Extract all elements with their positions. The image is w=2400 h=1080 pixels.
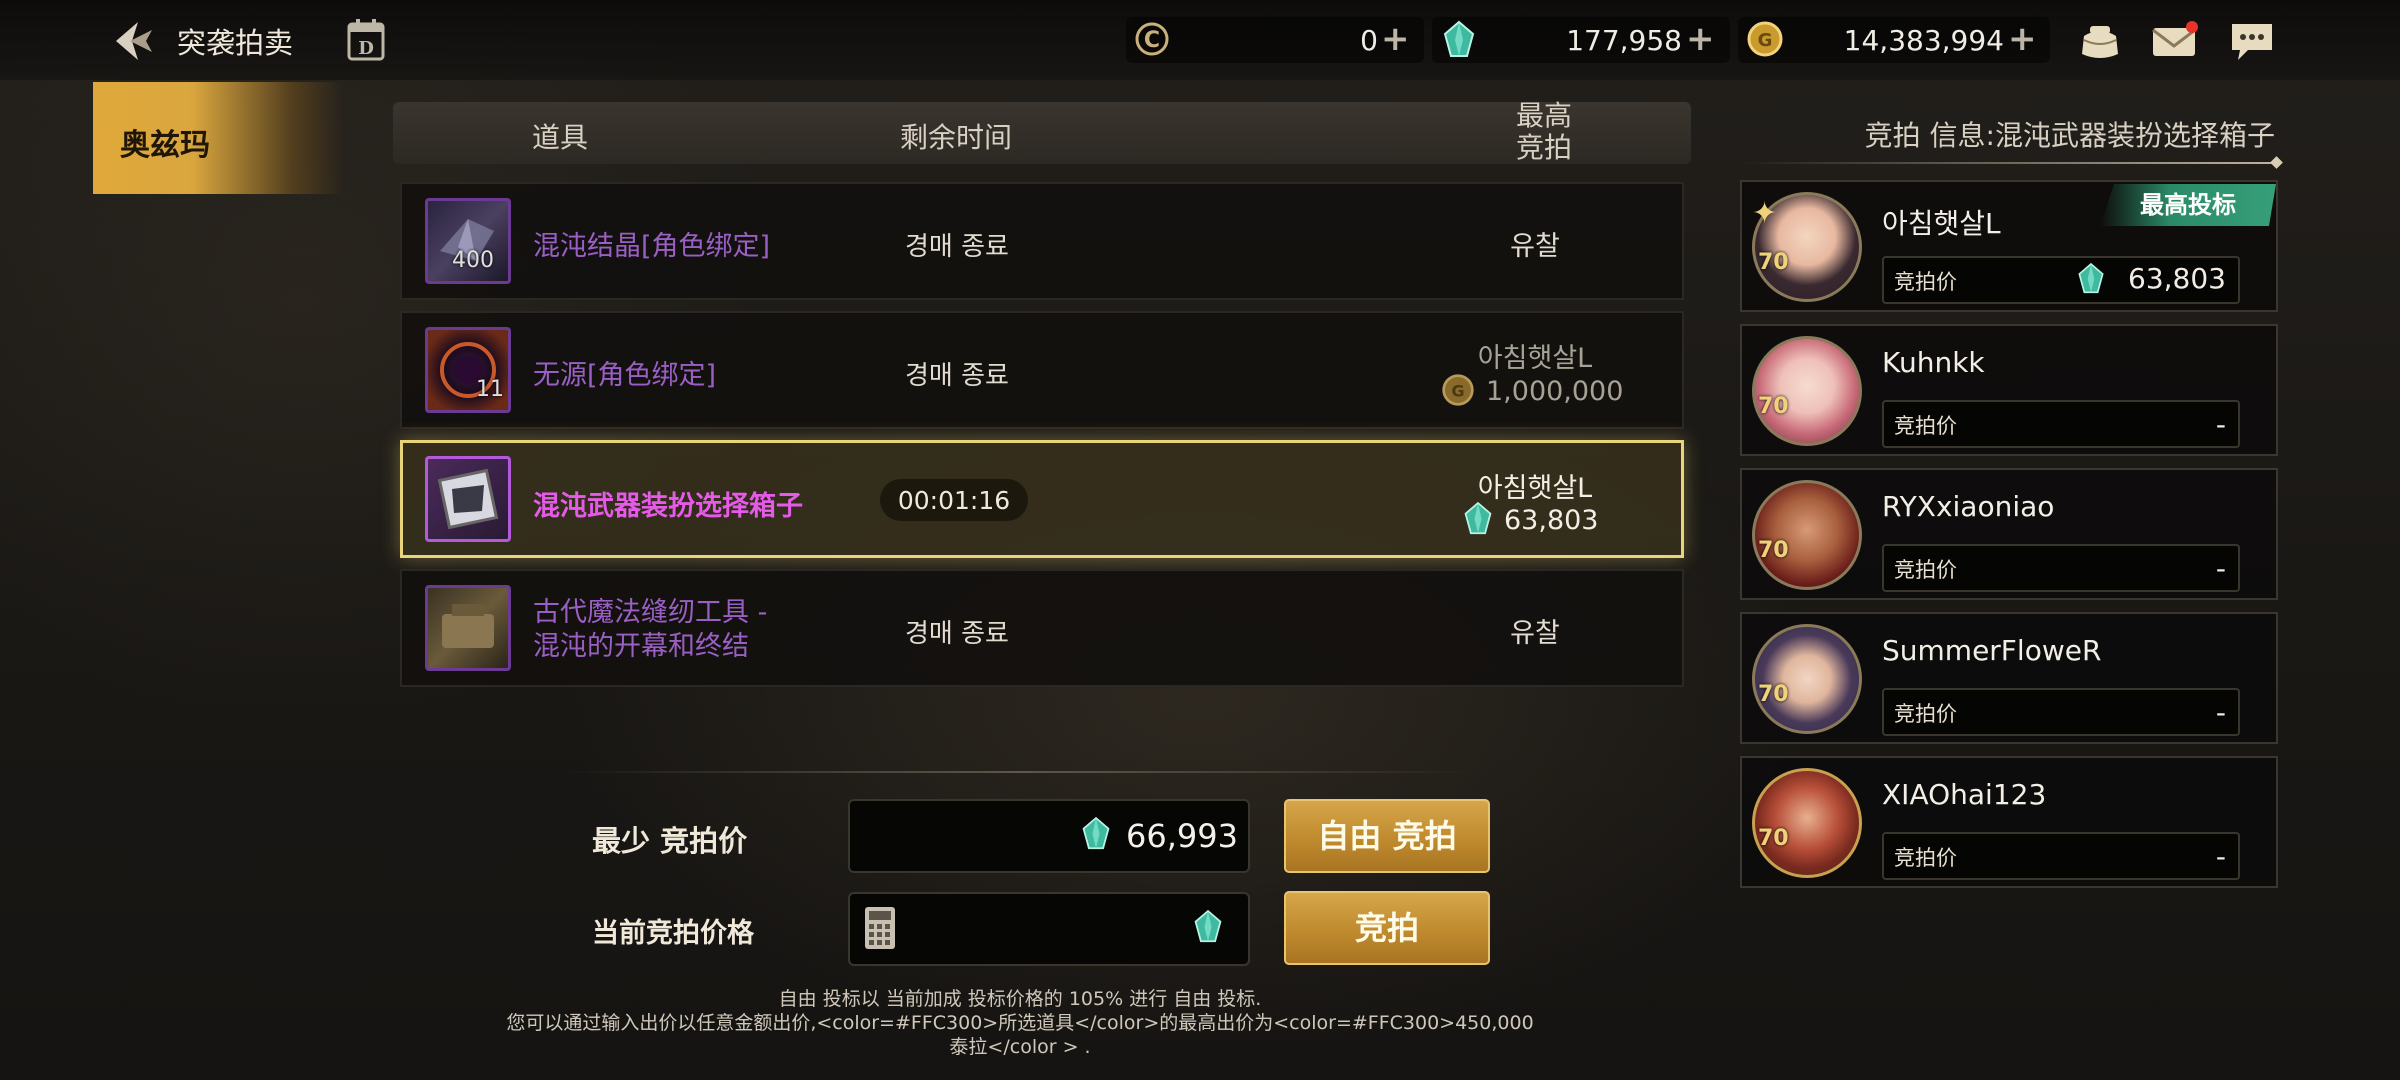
bid-price-label: 竞拍价	[1894, 414, 1957, 438]
add-gold-button[interactable]: +	[2008, 19, 2037, 59]
bid-price-value: -	[2215, 696, 2226, 729]
bid-result: 유찰	[1510, 618, 1560, 649]
column-remaining-time: 剩余时间	[900, 121, 1013, 154]
mail-icon[interactable]	[2150, 18, 2198, 64]
remaining-time: 00:01:16	[897, 486, 1011, 515]
divider	[560, 771, 1480, 773]
gem-icon	[2076, 262, 2106, 298]
item-name-line1: 古代魔法缝纫工具 -	[533, 597, 768, 628]
calendar-icon[interactable]: D	[346, 18, 386, 62]
bid-price-label: 竞拍价	[1894, 270, 1957, 294]
svg-text:C: C	[1144, 28, 1160, 53]
bid-button[interactable]: 竞拍	[1284, 891, 1490, 965]
min-bid-value: 66,993	[1126, 817, 1238, 855]
bid-note-line1: 自由 投标以 当前加成 投标价格的 105% 进行 自由 投标.	[778, 988, 1262, 1010]
gem-icon	[1080, 815, 1112, 853]
item-name-line2: 混沌的开幕和终结	[533, 631, 749, 662]
min-bid-label: 最少 竞拍价	[592, 824, 748, 858]
bidder-name: Kuhnkk	[1882, 346, 1985, 379]
bid-info-title: 竞拍 信息:混沌武器装扮选择箱子	[1864, 119, 2275, 152]
item-name: 无源[角色绑定]	[533, 360, 717, 391]
gold-value: 14,383,994	[1843, 24, 2004, 57]
column-highest-bid: 最高 竞拍	[1516, 100, 1572, 164]
level-badge: 70	[1758, 682, 1789, 707]
bidder-name: 아침햇살L	[1882, 207, 2001, 240]
bid-note-line3: 泰拉</color > .	[949, 1036, 1091, 1058]
bidder-name: SummerFloweR	[1882, 634, 2102, 667]
tab-ozma-label: 奥兹玛	[120, 128, 210, 163]
remaining-time: 경매 종료	[905, 361, 1009, 391]
level-badge: 70	[1758, 826, 1789, 851]
panel-title-line	[1740, 162, 2275, 164]
level-badge: 70	[1758, 538, 1789, 563]
item-quantity: 11	[476, 377, 504, 402]
bid-price-label: 竞拍价	[1894, 702, 1957, 726]
c-coin-value: 0	[1360, 24, 1378, 57]
calculator-icon[interactable]	[864, 906, 896, 950]
svg-text:G: G	[1451, 381, 1464, 400]
item-name: 混沌结晶[角色绑定]	[533, 231, 771, 262]
highest-bidder: 아침햇살L	[1477, 473, 1593, 504]
remaining-time: 경매 종료	[905, 232, 1009, 262]
avatar	[1752, 624, 1862, 734]
sewing-kit-item-icon	[425, 585, 511, 671]
bidder-name: RYXxiaoniao	[1882, 490, 2055, 523]
page-title: 突袭拍卖	[177, 26, 294, 60]
bid-price-label: 竞拍价	[1894, 846, 1957, 870]
pouch-icon[interactable]	[2076, 18, 2124, 64]
free-bid-button[interactable]: 自由 竞拍	[1284, 799, 1490, 873]
avatar	[1752, 336, 1862, 446]
avatar	[1752, 480, 1862, 590]
star-icon: ✦	[1752, 196, 1778, 231]
bid-price-value: 63,803	[2128, 262, 2226, 295]
highest-bidder: 아침햇살L	[1477, 343, 1593, 374]
bid-note-line2: 您可以通过输入出价以任意金额出价,<color=#FFC300>所选道具</co…	[506, 1012, 1534, 1034]
bid-price-value: -	[2215, 408, 2226, 441]
bid-price-value: -	[2215, 840, 2226, 873]
column-highest-bid-line2: 竞拍	[1516, 131, 1573, 164]
level-badge: 70	[1758, 394, 1789, 419]
item-name: 混沌武器装扮选择箱子	[533, 491, 803, 522]
highest-bid-amount: 63,803	[1504, 505, 1599, 536]
highest-bid-amount: 1,000,000	[1486, 376, 1624, 407]
bidder-name: XIAOhai123	[1882, 778, 2047, 811]
bid-price-label: 竞拍价	[1894, 558, 1957, 582]
item-name: 古代魔法缝纫工具 - 混沌的开幕和终结	[533, 596, 767, 664]
gem-icon	[1462, 501, 1494, 537]
gem-icon	[1441, 20, 1477, 60]
top-bid-badge: 最高投标	[2100, 184, 2276, 226]
svg-text:D: D	[358, 38, 374, 59]
c-coin-icon: C	[1133, 20, 1171, 58]
chaos-weapon-box-item-icon	[425, 456, 511, 542]
panel-title-dot	[2270, 156, 2283, 169]
item-quantity: 400	[452, 248, 494, 273]
column-highest-bid-line1: 最高	[1516, 99, 1573, 132]
svg-text:G: G	[1758, 30, 1773, 51]
add-gem-button[interactable]: +	[1686, 19, 1715, 59]
gem-value: 177,958	[1566, 24, 1682, 57]
gold-coin-icon: G	[1746, 20, 1784, 58]
remaining-time: 경매 종료	[905, 619, 1009, 649]
current-bid-label: 当前竞拍价格	[592, 918, 754, 949]
add-c-coin-button[interactable]: +	[1381, 19, 1410, 59]
back-arrow-icon[interactable]	[108, 16, 158, 66]
level-badge: 70	[1758, 250, 1789, 275]
column-item: 道具	[532, 121, 589, 154]
gold-coin-icon: G	[1441, 373, 1475, 407]
avatar	[1752, 768, 1862, 878]
current-bid-input[interactable]	[848, 892, 1250, 966]
bid-price-value: -	[2215, 552, 2226, 585]
gem-icon	[1192, 908, 1224, 946]
chat-icon[interactable]	[2228, 18, 2276, 64]
bid-result: 유찰	[1510, 231, 1560, 262]
